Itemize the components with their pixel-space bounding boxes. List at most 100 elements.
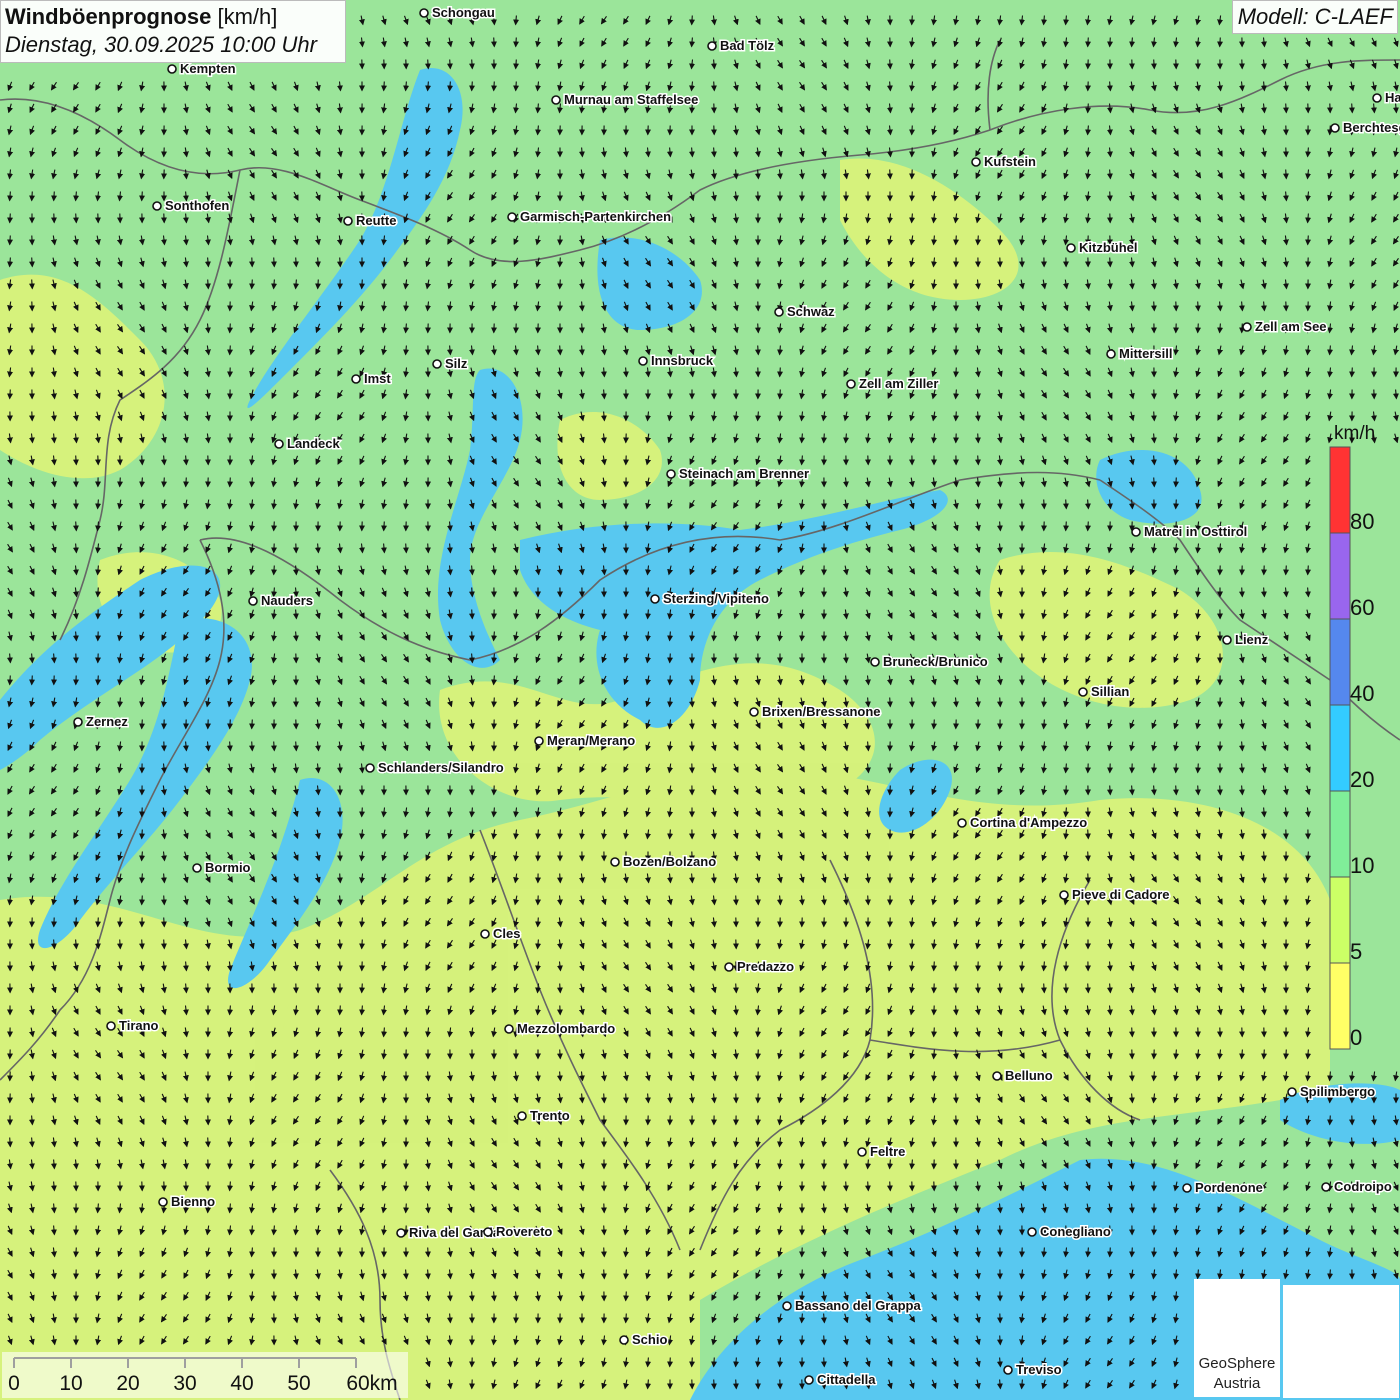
app-logo[interactable] (1283, 1285, 1399, 1398)
place-label: Schongau (432, 5, 495, 20)
wind-arrow (886, 1181, 893, 1192)
place-marker[interactable]: Bozen/Bolzano (610, 853, 718, 871)
wind-arrow (1283, 1049, 1290, 1060)
place-label: Cortina d'Ampezzo (970, 815, 1087, 830)
wind-arrow (821, 433, 828, 444)
place-marker[interactable]: Mezzolombardo (504, 1020, 617, 1038)
wind-arrow (732, 983, 739, 994)
place-marker[interactable]: Schlanders/Silandro (365, 759, 505, 777)
place-label: Matrei in Osttirol (1144, 524, 1247, 539)
wind-arrow (28, 257, 35, 268)
geosphere-logo[interactable]: GeoSphere Austria (1194, 1279, 1280, 1397)
place-marker[interactable]: Meran/Merano (534, 732, 637, 750)
place-marker[interactable]: Bruneck/Brunico (870, 653, 989, 671)
place-marker[interactable]: Sterzing/Vipiteno (650, 590, 770, 608)
place-dot (365, 763, 375, 773)
place-marker[interactable]: Schongau (419, 4, 496, 22)
wind-arrow (689, 1357, 696, 1368)
wind-arrow (1107, 37, 1114, 48)
scale-label: 10 (59, 1372, 83, 1395)
place-label: Schwaz (787, 304, 835, 319)
wind-arrow (513, 81, 520, 92)
wind-arrow (996, 1225, 1003, 1236)
scale-label: 0 (8, 1372, 20, 1395)
wind-arrow (403, 1181, 410, 1192)
wind-arrow (139, 895, 146, 906)
place-label: Codroipo (1334, 1179, 1392, 1194)
wind-arrow (227, 477, 234, 488)
wind-arrow (1283, 565, 1290, 576)
place-marker[interactable]: Garmisch-Partenkirchen (507, 208, 673, 226)
place-marker[interactable]: Zell am Ziller (846, 375, 940, 393)
wind-arrow (777, 389, 784, 400)
wind-arrow (1084, 851, 1091, 862)
place-marker[interactable]: Sonthofen (152, 197, 231, 215)
place-label: Garmisch-Partenkirchen (520, 209, 671, 224)
place-marker[interactable]: Pieve di Cadore (1059, 886, 1171, 904)
wind-arrow (468, 59, 475, 70)
place-marker[interactable]: Innsbruck (638, 352, 715, 370)
wind-arrow (864, 1181, 871, 1192)
place-dot (1242, 322, 1252, 332)
place-label: Brixen/Bressanone (762, 704, 881, 719)
wind-gust-map[interactable]: Schongau Bad Tölz Kempten Hallein Murnau am … (0, 0, 1400, 1400)
wind-arrow (974, 433, 981, 444)
place-marker[interactable]: Steinach am Brenner (666, 465, 811, 483)
wind-arrow (909, 15, 916, 26)
place-marker[interactable]: Brixen/Bressanone (749, 703, 882, 721)
place-marker[interactable]: Spilimbergo (1287, 1083, 1377, 1101)
wind-arrow (1085, 103, 1092, 114)
wind-arrow (336, 961, 343, 972)
wind-arrow (887, 785, 894, 796)
place-dot (1066, 243, 1076, 253)
place-label: Kempten (180, 61, 236, 76)
place-marker[interactable]: Bassano del Grappa (782, 1297, 923, 1315)
wind-arrow (556, 345, 563, 356)
place-dot (650, 594, 660, 604)
wind-arrow (931, 961, 938, 972)
wind-arrow (1195, 763, 1202, 774)
place-dot (480, 929, 490, 939)
wind-arrow (556, 983, 563, 994)
wind-arrow (424, 1247, 431, 1258)
wind-arrow (1150, 411, 1157, 422)
wind-arrow (6, 1137, 13, 1148)
place-marker[interactable]: Matrei in Osttirol (1131, 523, 1249, 541)
place-label: Conegliano (1040, 1224, 1111, 1239)
place-marker[interactable]: Conegliano (1027, 1223, 1112, 1241)
wind-arrow (623, 1313, 630, 1324)
wind-arrow (1151, 763, 1158, 774)
place-dot (192, 863, 202, 873)
wind-arrow (755, 1115, 762, 1126)
wind-arrow (161, 477, 168, 488)
place-marker[interactable]: Cortina d'Ampezzo (957, 814, 1089, 832)
place-marker[interactable]: Pordenone (1182, 1179, 1264, 1197)
wind-arrow (1084, 983, 1091, 994)
place-dot (534, 736, 544, 746)
wind-arrow (336, 257, 343, 268)
wind-arrow (1106, 785, 1113, 796)
wind-arrow (1173, 499, 1180, 510)
wind-arrow (73, 1247, 80, 1258)
place-label: Bruneck/Brunico (883, 654, 988, 669)
place-dot (152, 201, 162, 211)
wind-arrow (28, 279, 35, 290)
wind-arrow (622, 1093, 629, 1104)
wind-arrow (1261, 1049, 1268, 1060)
place-dot (551, 95, 561, 105)
wind-arrow (1173, 763, 1180, 774)
wind-arrow (1150, 59, 1157, 70)
wind-arrow (95, 675, 102, 686)
wind-arrow (403, 1203, 410, 1214)
place-dot (351, 374, 361, 384)
place-label: Kitzbühel (1079, 240, 1138, 255)
wind-arrow (1106, 191, 1113, 202)
place-marker[interactable]: Zell am See (1242, 318, 1328, 336)
wind-arrow (227, 345, 234, 356)
place-label: Bad Tölz (720, 38, 775, 53)
legend-label: 10 (1350, 853, 1375, 878)
place-marker[interactable]: Murnau am Staffelsee (551, 91, 700, 109)
map-title: Windböenprognose (5, 4, 212, 29)
wind-arrow (491, 697, 498, 708)
place-label: Steinach am Brenner (679, 466, 809, 481)
